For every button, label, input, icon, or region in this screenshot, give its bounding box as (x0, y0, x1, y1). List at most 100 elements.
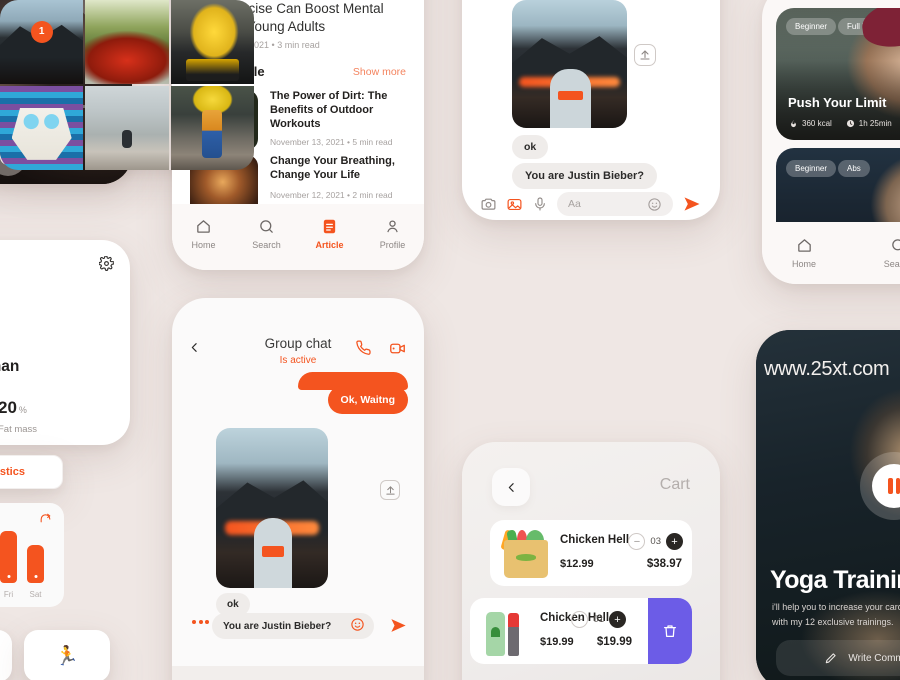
quantity-stepper[interactable]: − 01 + (571, 611, 626, 628)
tab-search-label: Search (252, 240, 281, 250)
chart-bar (27, 545, 44, 583)
grid-tile-mountain[interactable]: 1 (0, 0, 84, 84)
cart-item-total: $38.97 (646, 558, 682, 570)
grocery-bag-icon (498, 526, 552, 580)
back-button[interactable] (492, 468, 530, 506)
profile-icon (387, 220, 398, 233)
tab-home[interactable]: Home (178, 218, 230, 250)
page-title: Cart (659, 476, 690, 493)
chip-bodypart: Full body (838, 18, 889, 35)
article-item-meta: November 13, 2021 • 5 min read (270, 137, 393, 147)
article-icon (323, 219, 336, 234)
write-comment-button[interactable]: Write Comment (776, 640, 900, 676)
chart-x-label: Sat (29, 590, 42, 599)
gallery-icon[interactable] (506, 196, 523, 213)
workout-card-push-your-limit[interactable]: Beginner Full body Push Your Limit 360 k… (776, 8, 900, 140)
quantity-decrease-button[interactable]: − (571, 611, 589, 628)
chart-bar-fill (27, 545, 44, 583)
cart-item-row[interactable]: Chicken Hell $12.99 − 03 + $38.97 (490, 520, 692, 586)
group-chat-title: Group chat (264, 336, 332, 351)
quantity-increase-button[interactable]: + (609, 611, 626, 628)
article-tab-bar: Home Search Article Profile (172, 204, 424, 270)
quantity-stepper[interactable]: − 03 + (628, 533, 683, 550)
chart-x-label: Fri (3, 590, 14, 599)
quantity-decrease-button[interactable]: − (628, 533, 646, 550)
statistics-button-label: Statistics (0, 466, 25, 478)
share-icon[interactable] (39, 511, 52, 524)
chart-bar (0, 531, 17, 583)
cosmetics-icon (478, 604, 532, 658)
typing-dots-icon (192, 620, 209, 624)
gear-icon[interactable] (99, 256, 114, 271)
cart-phone-screen: Cart Chicken Hell $12.99 − 03 + $38.97 C… (462, 442, 720, 680)
on-screen-keyboard[interactable]: Q W E R T Y U I O P (172, 666, 424, 680)
camera-icon[interactable] (480, 196, 497, 213)
tab-home-label: Home (191, 240, 216, 250)
grid-tile-minion[interactable] (170, 0, 254, 84)
group-chat-status: Is active (279, 355, 317, 366)
photo-person-hoodie (254, 517, 293, 588)
tab-search[interactable]: Search (872, 237, 900, 269)
yoga-title: Yoga Training (770, 566, 900, 594)
chip-bodypart: Abs (838, 160, 870, 177)
phone-icon[interactable] (356, 340, 372, 356)
stat-fatmass: 20% Fat mass (0, 398, 37, 435)
chat-input[interactable]: Aa (557, 192, 673, 216)
pencil-icon (826, 653, 836, 664)
chat-bubble-received: ok (512, 135, 549, 159)
article-item-title: The Power of Dirt: The Benefits of Outdo… (270, 90, 388, 131)
workout-phone-screen: Beginner Full body Push Your Limit 360 k… (762, 0, 900, 284)
search-icon (891, 239, 900, 251)
tab-profile[interactable]: Profile (367, 218, 419, 250)
fire-icon (791, 119, 796, 128)
stat-fatmass-label: Fat mass (0, 424, 38, 435)
article-item-meta: November 12, 2021 • 2 min read (270, 190, 393, 200)
grid-tile-road[interactable] (85, 86, 169, 170)
send-icon[interactable] (389, 616, 408, 635)
running-icon: 🏃 (55, 646, 79, 667)
smiley-icon[interactable] (350, 617, 365, 632)
tab-search[interactable]: Search (241, 218, 293, 250)
chat-photo-message[interactable] (216, 428, 328, 588)
home-icon (197, 220, 210, 233)
video-camera-icon[interactable] (389, 340, 406, 357)
smiley-icon[interactable] (647, 197, 662, 212)
cart-item-row[interactable]: Chicken Hell $19.99 − 01 + $19.99 (470, 598, 692, 664)
stat-fatmass-value: 20 (0, 398, 17, 417)
profile-name: Bradly Batman (0, 358, 20, 375)
microphone-icon[interactable] (532, 196, 548, 212)
status-badge: 1 (30, 20, 53, 43)
trash-icon (664, 625, 676, 637)
chat-input[interactable]: You are Justin Bieber? (212, 613, 374, 639)
weekly-activity-chart: WedThuFriSat (0, 503, 64, 607)
article-item-title: Change Your Breathing, Change Your Life (270, 155, 395, 182)
statistics-button[interactable]: Statistics (0, 455, 63, 489)
tab-article[interactable]: Article (304, 218, 356, 250)
quantity-increase-button[interactable]: + (666, 533, 683, 550)
mini-card-shopping[interactable]: 🛒 (0, 630, 12, 680)
mini-card-running[interactable]: 🏃 (24, 630, 110, 680)
delete-button[interactable] (648, 598, 692, 664)
yoga-description-line-2: with my 12 exclusive trainings. (772, 617, 894, 627)
workout-card-title: Push Your Limit (788, 95, 887, 110)
chart-bar-fill (0, 531, 17, 583)
quantity-value: 03 (650, 536, 661, 547)
search-icon (260, 220, 273, 233)
write-comment-label: Write Comment (848, 652, 900, 664)
chat-photo-message[interactable] (512, 0, 627, 128)
grid-tile-goku[interactable] (170, 86, 254, 170)
upload-icon[interactable] (634, 44, 656, 66)
tab-search-label: Search (883, 259, 900, 269)
upload-icon[interactable] (380, 480, 400, 500)
tab-profile-label: Profile (379, 240, 406, 250)
grid-tile-red-car[interactable] (85, 0, 169, 84)
yoga-training-phone-screen: www.25xt.com Yoga Training i'll help you… (756, 330, 900, 680)
stat-fatmass-unit: % (18, 405, 27, 415)
photo-person-hoodie (549, 69, 592, 128)
tab-home[interactable]: Home (778, 237, 830, 269)
grid-tile-graffiti[interactable] (0, 86, 84, 170)
send-icon[interactable] (682, 194, 702, 214)
chat-phone-screen: ok You are Justin Bieber? Aa (462, 0, 720, 220)
show-more-link[interactable]: Show more (353, 66, 406, 78)
quantity-value: 01 (593, 614, 604, 625)
